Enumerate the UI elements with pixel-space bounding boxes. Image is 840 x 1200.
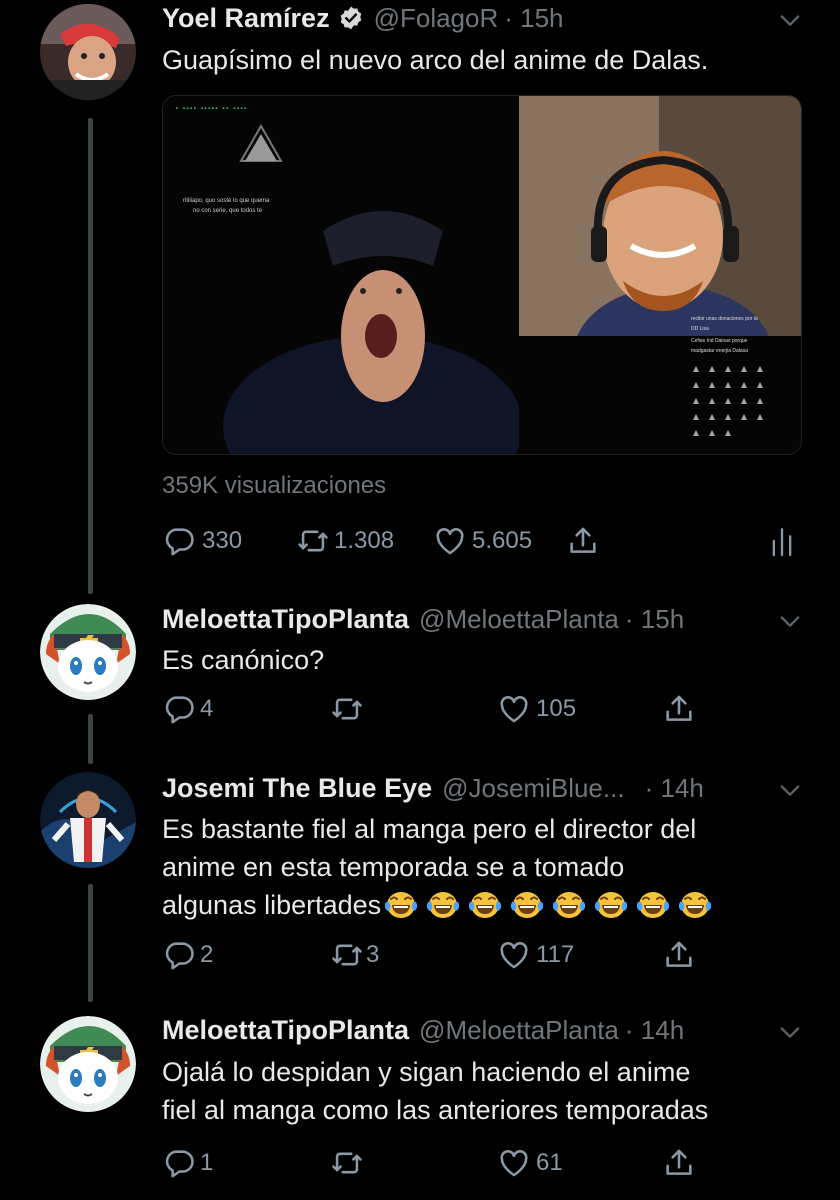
action-bar: 330 1.308 5.605	[162, 524, 802, 564]
display-name[interactable]: Yoel Ramírez	[162, 3, 330, 34]
handle[interactable]: @MeloettaPlanta	[419, 1015, 619, 1046]
heart-icon	[496, 1146, 532, 1180]
thread-line	[88, 118, 93, 594]
reply-button[interactable]: 330	[162, 524, 242, 558]
video-overlay-text: ritiliapo, quo sosté lo que quema	[183, 198, 270, 204]
share-icon	[662, 692, 696, 726]
display-name[interactable]: MeloettaTipoPlanta	[162, 604, 409, 635]
timestamp[interactable]: · 15h	[504, 3, 563, 34]
tweet-header: MeloettaTipoPlanta @MeloettaPlanta · 15h	[162, 601, 684, 637]
like-button[interactable]: 5.605	[432, 524, 532, 558]
like-button[interactable]: 61	[496, 1146, 563, 1180]
laughing-emoji-icon	[551, 888, 587, 922]
like-button[interactable]: 117	[496, 938, 574, 972]
handle[interactable]: @JosemiBlue...	[442, 773, 624, 804]
reply-button[interactable]: 1	[162, 1146, 213, 1180]
handle[interactable]: @MeloettaPlanta	[419, 604, 619, 635]
view-count: 359K visualizaciones	[162, 472, 387, 499]
share-icon	[662, 938, 696, 972]
laughing-emoji-icon	[509, 888, 545, 922]
laughing-emoji-icon	[383, 888, 419, 922]
timestamp[interactable]: · 15h	[625, 604, 684, 635]
analytics-button[interactable]	[768, 524, 796, 558]
reply-icon	[162, 524, 196, 558]
like-button[interactable]: 105	[496, 692, 576, 726]
reply-count: 1	[200, 1149, 214, 1176]
video-overlay-text: Cefias Ind Dainas porque	[691, 338, 748, 344]
display-name[interactable]: Josemi The Blue Eye	[162, 773, 432, 804]
chevron-down-icon[interactable]	[776, 1018, 804, 1046]
emoji-row	[383, 888, 713, 922]
action-bar: 1 61	[162, 1146, 802, 1186]
timestamp[interactable]: · 14h	[625, 1015, 684, 1046]
chevron-down-icon[interactable]	[776, 776, 804, 804]
heart-icon	[432, 524, 468, 558]
thread-line	[88, 884, 93, 1002]
share-button[interactable]	[566, 524, 600, 558]
video-overlay-text: no con serie, que todos te	[193, 208, 263, 214]
avatar[interactable]	[40, 1016, 136, 1112]
share-icon	[566, 524, 600, 558]
laughing-emoji-icon	[467, 888, 503, 922]
avatar[interactable]	[40, 604, 136, 700]
retweet-button[interactable]	[328, 692, 366, 726]
retweet-icon	[328, 1146, 366, 1180]
heart-icon	[496, 692, 532, 726]
reply-count: 330	[202, 527, 243, 554]
handle[interactable]: @FolagoR	[374, 3, 499, 34]
heart-icon	[496, 938, 532, 972]
like-count: 117	[536, 941, 575, 968]
retweet-icon	[328, 692, 366, 726]
retweet-button[interactable]	[328, 1146, 366, 1180]
display-name[interactable]: MeloettaTipoPlanta	[162, 1015, 409, 1046]
reply-button[interactable]: 4	[162, 692, 213, 726]
reply-icon	[162, 692, 196, 726]
reply-icon	[162, 1146, 196, 1180]
retweet-icon	[328, 938, 366, 972]
retweet-button[interactable]: 3	[328, 938, 379, 972]
tweet-video[interactable]: ▪ ▪▪▪▪ ▪▪▪▪▪ ▪▪ ▪▪▪▪ ritiliapo, quo sost…	[162, 95, 802, 455]
like-count: 5.605	[472, 527, 533, 554]
like-count: 61	[536, 1149, 563, 1176]
laughing-emoji-icon	[677, 888, 713, 922]
video-overlay-text: recibir unas donaciones por la	[691, 316, 758, 322]
share-button[interactable]	[662, 938, 696, 972]
laughing-emoji-icon	[593, 888, 629, 922]
avatar[interactable]	[40, 4, 136, 100]
tweet-header: Yoel Ramírez @FolagoR · 15h	[162, 0, 564, 36]
share-button[interactable]	[662, 692, 696, 726]
chevron-down-icon[interactable]	[776, 607, 804, 635]
tweet-text: Guapísimo el nuevo arco del anime de Dal…	[162, 45, 709, 75]
verified-badge-icon	[338, 5, 364, 31]
share-button[interactable]	[662, 1146, 696, 1180]
tweet-header: Josemi The Blue Eye @JosemiBlue... · 14h	[162, 770, 704, 806]
tweet-text: Es bastante fiel al manga pero el direct…	[162, 810, 713, 924]
retweet-count: 1.308	[334, 527, 395, 554]
reply-count: 4	[200, 695, 214, 722]
video-overlay-text: DD Lisa	[691, 326, 709, 332]
reply-button[interactable]: 2	[162, 938, 213, 972]
thread-line	[88, 714, 93, 764]
timestamp[interactable]: · 14h	[645, 773, 704, 804]
retweet-button[interactable]: 1.308	[294, 524, 394, 558]
retweet-count: 3	[366, 941, 380, 968]
chevron-down-icon[interactable]	[776, 6, 804, 34]
video-overlay-text: madgastar enerjia Dalasa	[691, 348, 748, 354]
action-bar: 2 3 117	[162, 938, 802, 978]
share-icon	[662, 1146, 696, 1180]
avatar[interactable]	[40, 772, 136, 868]
svg-text:▪ ▪▪▪▪ ▪▪▪▪▪ ▪▪ ▪▪▪▪: ▪ ▪▪▪▪ ▪▪▪▪▪ ▪▪ ▪▪▪▪	[175, 105, 247, 112]
like-count: 105	[536, 695, 577, 722]
laughing-emoji-icon	[425, 888, 461, 922]
analytics-icon	[772, 528, 792, 557]
retweet-icon	[294, 524, 332, 558]
reply-icon	[162, 938, 196, 972]
tweet-text: Ojalá lo despidan y sigan haciendo el an…	[162, 1057, 709, 1125]
reply-count: 2	[200, 941, 214, 968]
tweet-text: Es canónico?	[162, 645, 325, 675]
tweet-header: MeloettaTipoPlanta @MeloettaPlanta · 14h	[162, 1012, 684, 1048]
action-bar: 4 105	[162, 692, 802, 732]
laughing-emoji-icon	[635, 888, 671, 922]
